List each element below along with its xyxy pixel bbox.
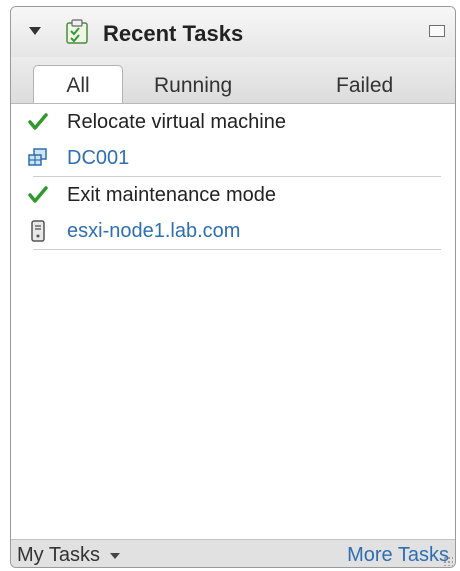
tab-all[interactable]: All — [33, 65, 123, 103]
panel-footer: My Tasks More Tasks — [11, 539, 455, 567]
maximize-icon[interactable] — [429, 25, 445, 37]
success-check-icon — [28, 186, 48, 203]
task-row[interactable]: Relocate virtual machine — [28, 104, 441, 140]
collapse-arrow-icon[interactable] — [29, 27, 41, 35]
chevron-down-icon — [109, 552, 120, 559]
tab-failed[interactable]: Failed — [336, 65, 393, 103]
task-name: Relocate virtual machine — [67, 111, 286, 133]
datacenter-icon — [28, 148, 47, 166]
resize-grip-icon[interactable] — [443, 556, 453, 566]
task-name: Exit maintenance mode — [67, 184, 277, 206]
task-target-row[interactable]: DC001 — [28, 140, 441, 176]
task-target-link[interactable]: DC001 — [67, 147, 129, 170]
success-check-icon — [28, 113, 48, 130]
panel-header: Recent Tasks — [11, 7, 455, 58]
tab-running[interactable]: Running — [154, 65, 232, 103]
task-item: Relocate virtual machine DC001 — [28, 104, 441, 177]
task-item: Exit maintenance mode esxi-node1.lab.com — [28, 177, 441, 250]
task-row[interactable]: Exit maintenance mode — [28, 177, 441, 213]
my-tasks-dropdown[interactable]: My Tasks — [17, 544, 120, 567]
host-server-icon — [31, 220, 45, 242]
task-list: Relocate virtual machine DC001 Exit main… — [11, 104, 455, 250]
task-target-row[interactable]: esxi-node1.lab.com — [31, 213, 441, 249]
task-target-link[interactable]: esxi-node1.lab.com — [67, 220, 240, 243]
panel-title: Recent Tasks — [103, 21, 244, 46]
recent-tasks-panel: Recent Tasks All Running Failed Relocate… — [10, 6, 456, 568]
tab-bar: All Running Failed — [11, 57, 455, 104]
my-tasks-label: My Tasks — [17, 544, 100, 566]
task-clipboard-icon — [66, 19, 88, 44]
more-tasks-link[interactable]: More Tasks — [347, 544, 449, 567]
